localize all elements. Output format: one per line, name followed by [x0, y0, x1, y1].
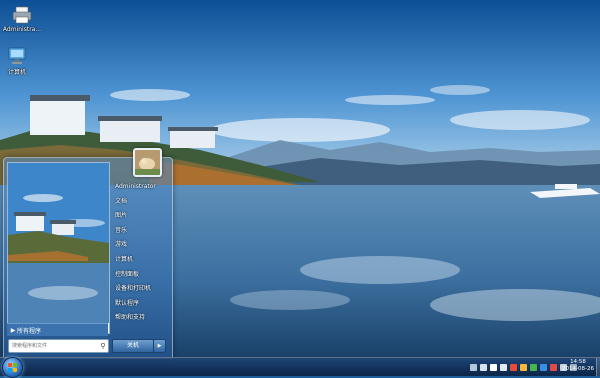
- taskbar-clock[interactable]: 14:58 2014-08-26: [562, 359, 594, 373]
- menu-item-computer[interactable]: 计算机: [113, 253, 169, 268]
- menu-item-help-support[interactable]: 帮助和支持: [113, 311, 169, 326]
- desktop-icon-label: 计算机: [7, 69, 26, 76]
- desktop-icon-label: Administra...: [2, 26, 42, 33]
- shutdown-options-button[interactable]: ▶: [153, 339, 166, 353]
- network-icon[interactable]: [480, 363, 487, 371]
- desktop-icon-administrator[interactable]: Administra...: [2, 6, 42, 33]
- start-search-box[interactable]: ⚲: [8, 339, 109, 353]
- all-programs-label: 所有程序: [17, 327, 42, 335]
- all-programs-button[interactable]: ▶ 所有程序: [7, 323, 108, 336]
- start-menu-right-pane: Administrator 文档 图片 音乐 游戏 计算机 控制面板 设备和打印…: [113, 180, 169, 326]
- desktop-icon-computer[interactable]: 计算机: [0, 47, 37, 76]
- app-tray-icon[interactable]: [530, 363, 537, 371]
- search-icon[interactable]: ⚲: [98, 342, 108, 350]
- menu-item-devices-printers[interactable]: 设备和打印机: [113, 282, 169, 297]
- clock-date: 2014-08-26: [562, 366, 594, 372]
- menu-item-music[interactable]: 音乐: [113, 224, 169, 239]
- menu-item-control-panel[interactable]: 控制面板: [113, 268, 169, 283]
- app-tray-icon[interactable]: [550, 363, 557, 371]
- start-menu: ▶ 所有程序 ⚲ Administrator 文档 图片 音乐 游戏 计算机 控…: [3, 148, 173, 359]
- arrow-right-icon: ▶: [10, 326, 16, 334]
- start-search-input[interactable]: [9, 341, 98, 351]
- menu-item-pictures[interactable]: 图片: [113, 209, 169, 224]
- tray-arrow-icon[interactable]: [470, 363, 477, 371]
- menu-item-default-programs[interactable]: 默认程序: [113, 297, 169, 312]
- menu-preview-image: [8, 163, 109, 323]
- clock-time: 14:58: [570, 359, 586, 365]
- shutdown-button[interactable]: 关机: [112, 339, 154, 353]
- computer-icon: [7, 47, 27, 65]
- app-tray-icon[interactable]: [510, 363, 517, 371]
- windows-logo-icon: [8, 363, 17, 372]
- volume-icon[interactable]: [490, 363, 497, 371]
- show-desktop-button[interactable]: [596, 358, 600, 376]
- printer-icon: [12, 6, 32, 24]
- menu-item-user[interactable]: Administrator: [113, 180, 169, 195]
- system-tray: [470, 361, 577, 373]
- menu-item-documents[interactable]: 文档: [113, 195, 169, 210]
- menu-item-games[interactable]: 游戏: [113, 238, 169, 253]
- user-avatar[interactable]: [133, 148, 162, 177]
- programs-pane: [7, 162, 110, 334]
- arrow-right-icon: ▶: [157, 343, 162, 349]
- language-icon[interactable]: [500, 363, 507, 371]
- app-tray-icon[interactable]: [520, 363, 527, 371]
- taskbar: 14:58 2014-08-26: [0, 357, 600, 378]
- app-tray-icon[interactable]: [540, 363, 547, 371]
